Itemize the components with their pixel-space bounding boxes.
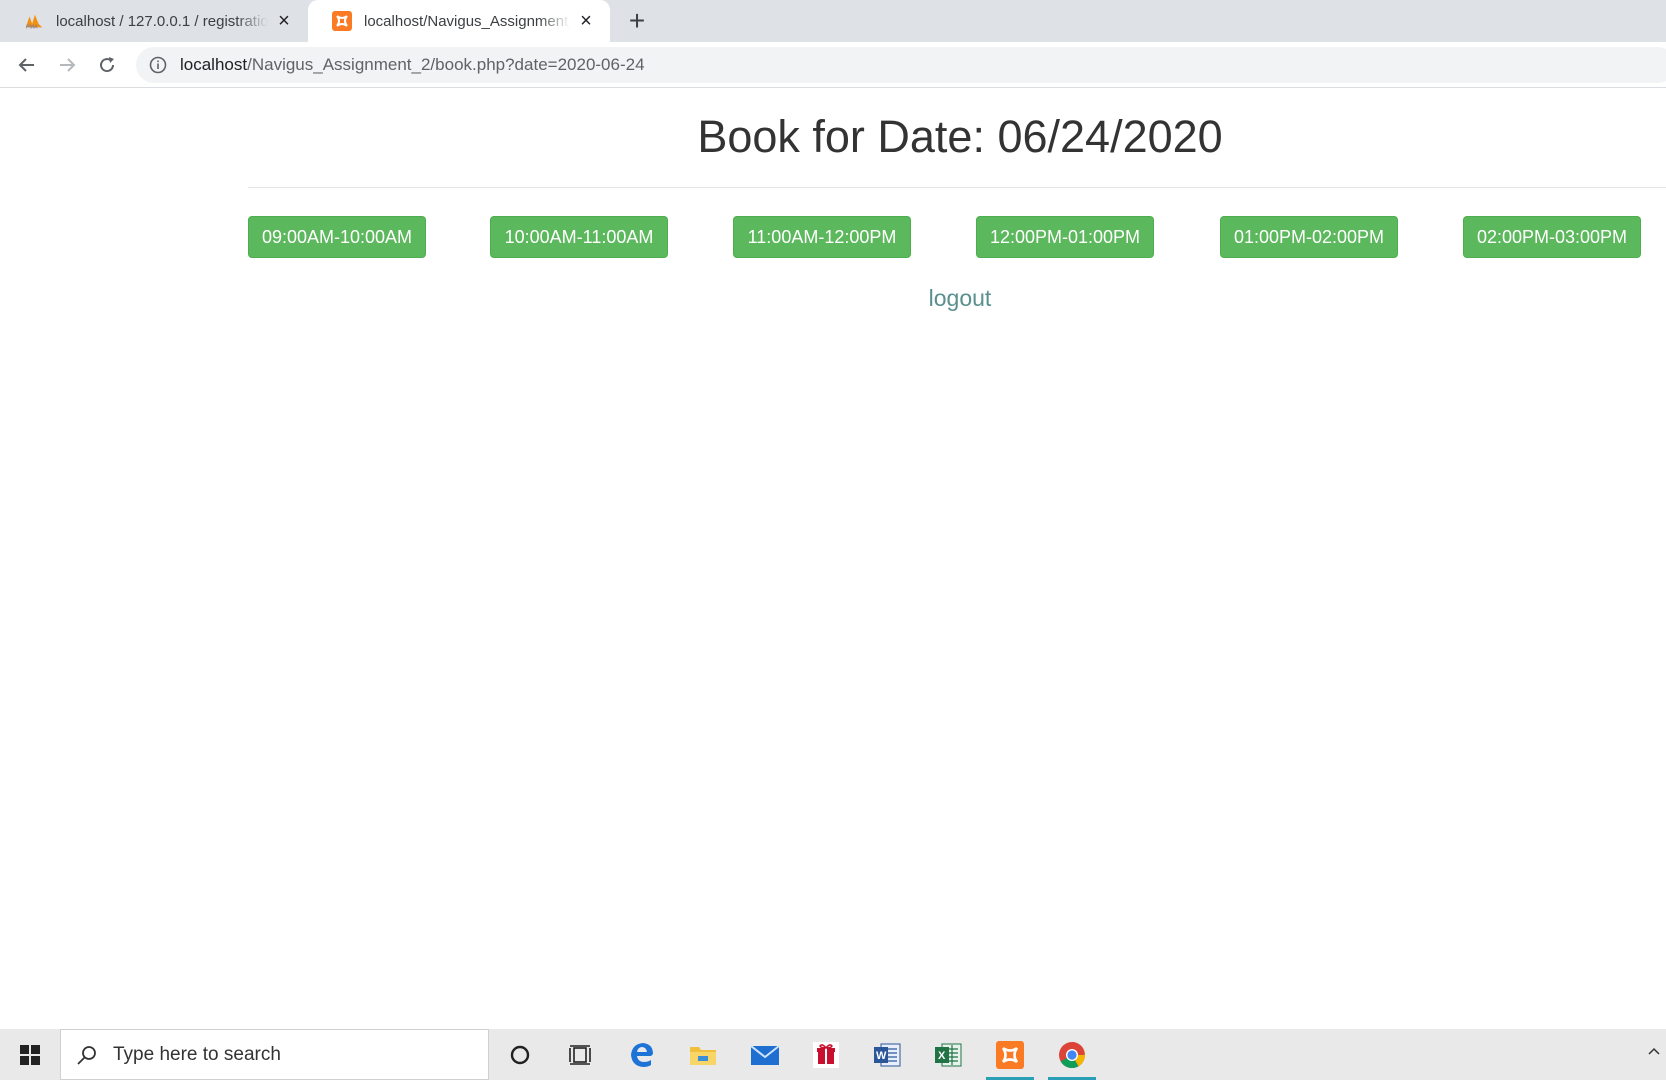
tab-title: localhost/Navigus_Assignment_2/book.php?… (364, 12, 570, 30)
time-slot-button[interactable]: 12:00PM-01:00PM (976, 216, 1154, 258)
tab-strip: PMA localhost / 127.0.0.1 / registration… (0, 0, 1666, 42)
tab-book-page[interactable]: localhost/Navigus_Assignment_2/book.php?… (308, 0, 610, 42)
gift-app-icon[interactable] (796, 1029, 856, 1080)
xampp-icon[interactable] (980, 1029, 1040, 1080)
time-slot-button[interactable]: 01:00PM-02:00PM (1220, 216, 1398, 258)
site-info-icon[interactable] (148, 55, 168, 75)
new-tab-icon[interactable]: + (624, 5, 650, 36)
taskbar: Type here to search W X (0, 1029, 1666, 1080)
svg-text:PMA: PMA (26, 24, 38, 30)
excel-icon[interactable]: X (918, 1029, 978, 1080)
chrome-icon[interactable] (1042, 1029, 1102, 1080)
browser-toolbar: localhost/Navigus_Assignment_2/book.php?… (0, 42, 1666, 88)
windows-start-icon[interactable] (0, 1029, 60, 1080)
time-slot-button[interactable]: 02:00PM-03:00PM (1463, 216, 1641, 258)
file-explorer-icon[interactable] (673, 1029, 733, 1080)
divider (248, 187, 1666, 188)
page-content: Book for Date: 06/24/2020 09:00AM-10:00A… (0, 89, 1666, 1029)
cortana-icon[interactable] (490, 1029, 550, 1080)
svg-text:W: W (876, 1050, 887, 1062)
chevron-up-icon[interactable] (1648, 1043, 1660, 1059)
url-path: /Navigus_Assignment_2/book.php?date=2020… (247, 55, 645, 74)
tab-title: localhost / 127.0.0.1 / registration (56, 12, 268, 30)
search-placeholder: Type here to search (113, 1043, 281, 1065)
mail-icon[interactable] (735, 1029, 795, 1080)
phpmyadmin-icon: PMA (24, 11, 44, 31)
back-icon[interactable] (12, 50, 42, 80)
tab-phpmyadmin[interactable]: PMA localhost / 127.0.0.1 / registration… (0, 0, 308, 42)
address-bar[interactable]: localhost/Navigus_Assignment_2/book.php?… (136, 47, 1666, 83)
taskbar-search-input[interactable]: Type here to search (60, 1029, 489, 1080)
time-slot-button[interactable]: 10:00AM-11:00AM (490, 216, 668, 258)
url-text: localhost/Navigus_Assignment_2/book.php?… (180, 55, 645, 75)
xampp-icon (332, 11, 352, 31)
task-view-icon[interactable] (550, 1029, 610, 1080)
edge-icon[interactable] (612, 1029, 672, 1080)
close-icon[interactable]: × (576, 10, 596, 32)
time-slot-button[interactable]: 09:00AM-10:00AM (248, 216, 426, 258)
close-icon[interactable]: × (274, 10, 294, 32)
svg-text:X: X (938, 1050, 946, 1062)
word-icon[interactable]: W (857, 1029, 917, 1080)
logout-link[interactable]: logout (860, 285, 1060, 312)
page-title: Book for Date: 06/24/2020 (697, 111, 1223, 162)
url-host: localhost (180, 55, 248, 74)
time-slot-button[interactable]: 11:00AM-12:00PM (733, 216, 911, 258)
reload-icon[interactable] (92, 50, 122, 80)
search-icon (75, 1043, 99, 1067)
forward-icon[interactable] (52, 50, 82, 80)
